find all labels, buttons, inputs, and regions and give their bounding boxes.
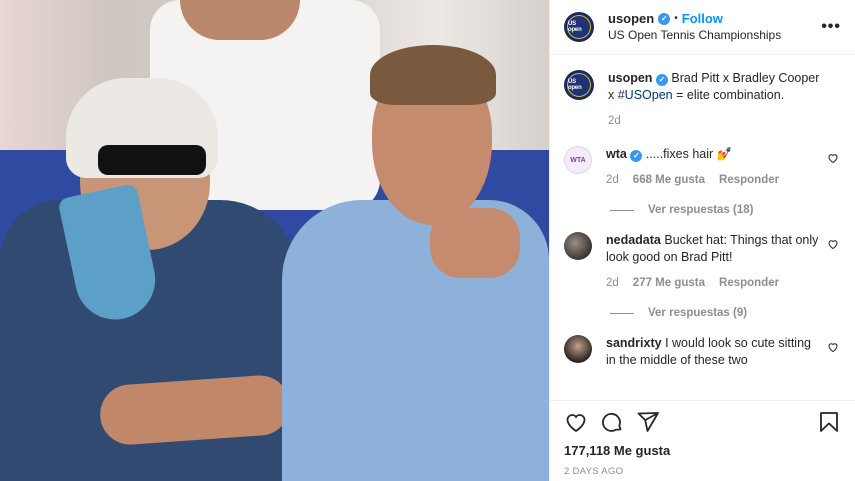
comment-body: sandrixty I would look so cute sitting i… [606, 335, 841, 369]
comment-avatar[interactable]: WTA [564, 146, 592, 174]
comment-body: nedadata Bucket hat: Things that only lo… [606, 232, 841, 292]
comment-likes[interactable]: 668 Me gusta [633, 172, 705, 189]
caption-text-end: = elite combination. [672, 88, 785, 102]
bookmark-icon[interactable] [817, 410, 841, 434]
heart-icon[interactable] [827, 152, 839, 164]
comments-list[interactable]: US open usopen ✓ Brad Pitt x Bradley Coo… [550, 56, 855, 396]
view-replies-label: Ver respuestas (9) [648, 307, 748, 319]
comment: WTA wta ✓ .....fixes hair 💅 2d 668 Me gu… [564, 146, 841, 189]
header-username[interactable]: usopen [608, 10, 654, 27]
caption-avatar[interactable]: US open [564, 70, 594, 100]
view-replies-button[interactable]: Ver respuestas (9) [610, 307, 841, 319]
post-photo[interactable] [0, 0, 549, 481]
comment-time[interactable]: 2d [606, 275, 619, 292]
comment-username[interactable]: sandrixty [606, 336, 662, 350]
comment: sandrixty I would look so cute sitting i… [564, 335, 841, 369]
reply-button[interactable]: Responder [719, 172, 779, 189]
caption-body: usopen ✓ Brad Pitt x Bradley Cooper x #U… [608, 70, 841, 130]
photo-sunglasses [98, 145, 206, 175]
caption-hashtag[interactable]: #USOpen [618, 88, 673, 102]
heart-icon[interactable] [564, 410, 588, 434]
verified-icon: ✓ [658, 12, 671, 25]
comment-avatar[interactable] [564, 335, 592, 363]
heart-icon[interactable] [827, 238, 839, 250]
avatar-logo: US open [567, 15, 591, 39]
header-subtitle[interactable]: US Open Tennis Championships [608, 27, 821, 44]
view-replies-button[interactable]: Ver respuestas (18) [610, 204, 841, 216]
instagram-post: US open usopen ✓ • Follow US Open Tennis… [0, 0, 855, 481]
comment-meta: 2d 277 Me gusta Responder [606, 275, 823, 292]
share-icon[interactable] [636, 410, 660, 434]
replies-line [610, 209, 634, 211]
verified-icon: ✓ [630, 149, 643, 162]
comment-meta: 2d 668 Me gusta Responder [606, 172, 823, 189]
photo-right-person-hair [370, 45, 496, 105]
caption: US open usopen ✓ Brad Pitt x Bradley Coo… [564, 70, 841, 130]
header-text: usopen ✓ • Follow US Open Tennis Champio… [608, 10, 821, 44]
comment-body: wta ✓ .....fixes hair 💅 2d 668 Me gusta … [606, 146, 841, 189]
caption-time[interactable]: 2d [608, 113, 621, 130]
comment-time[interactable]: 2d [606, 172, 619, 189]
comment-text: .....fixes hair 💅 [645, 147, 733, 161]
heart-icon[interactable] [827, 341, 839, 353]
photo-clasped-hands [430, 208, 520, 278]
avatar[interactable]: US open [564, 12, 594, 42]
replies-line [610, 312, 634, 314]
likes-count[interactable]: 177,118 Me gusta [564, 443, 841, 458]
comment-username[interactable]: nedadata [606, 233, 661, 247]
avatar-logo: US open [567, 73, 591, 97]
comment-username[interactable]: wta [606, 147, 627, 161]
comment: nedadata Bucket hat: Things that only lo… [564, 232, 841, 292]
comment-likes[interactable]: 277 Me gusta [633, 275, 705, 292]
post-timestamp[interactable]: 2 DAYS AGO [564, 466, 841, 477]
verified-icon: ✓ [655, 73, 668, 86]
post-side-panel: US open usopen ✓ • Follow US Open Tennis… [549, 0, 855, 481]
more-icon[interactable]: ••• [821, 18, 841, 36]
action-icons-row [564, 409, 841, 435]
post-actions: 177,118 Me gusta 2 DAYS AGO [550, 400, 855, 477]
header-top-row: usopen ✓ • Follow [608, 10, 821, 27]
comment-icon[interactable] [600, 410, 624, 434]
view-replies-label: Ver respuestas (18) [648, 204, 754, 216]
caption-username[interactable]: usopen [608, 71, 652, 85]
separator-dot: • [674, 13, 678, 24]
reply-button[interactable]: Responder [719, 275, 779, 292]
post-header: US open usopen ✓ • Follow US Open Tennis… [550, 0, 855, 55]
comment-avatar[interactable] [564, 232, 592, 260]
follow-button[interactable]: Follow [682, 10, 723, 27]
caption-meta: 2d [608, 113, 823, 130]
